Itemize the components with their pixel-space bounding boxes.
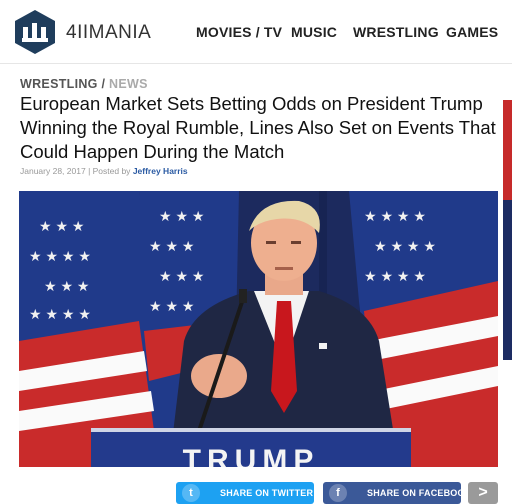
svg-text:★ ★ ★: ★ ★ ★ [44,278,89,294]
photo-illustration: ★ ★ ★ ★ ★ ★ ★ ★ ★ ★ ★ ★ ★ ★ ★ ★ ★ ★ ★ ★ … [19,191,498,467]
svg-text:★ ★ ★ ★: ★ ★ ★ ★ [29,248,91,264]
article-date: January 28, 2017 [20,166,86,176]
breadcrumb-separator: / [97,77,110,91]
twitter-icon: t [182,484,200,502]
article-author[interactable]: Jeffrey Harris [133,166,188,176]
nav-music[interactable]: MUSIC [291,24,337,40]
breadcrumb-subsection[interactable]: NEWS [109,77,148,91]
sidebar-image-edge [503,100,512,200]
share-facebook-button[interactable]: f SHARE ON FACEBOOK [323,482,471,504]
nav-games[interactable]: GAMES [446,24,498,40]
podium: TRUMP [91,428,411,467]
svg-text:★ ★ ★ ★: ★ ★ ★ ★ [364,268,426,284]
meta-separator: | Posted by [85,166,133,176]
podium-text: TRUMP [183,444,320,467]
share-twitter-label: SHARE ON TWITTER [220,488,314,498]
svg-text:★ ★ ★ ★: ★ ★ ★ ★ [364,208,426,224]
share-facebook-label: SHARE ON FACEBOOK [367,488,472,498]
site-header: 4IIMANIA MOVIES / TV MUSIC WRESTLING GAM… [0,0,512,64]
svg-text:★ ★ ★ ★: ★ ★ ★ ★ [29,306,91,322]
svg-text:★ ★ ★ ★: ★ ★ ★ ★ [374,238,436,254]
breadcrumb: WRESTLING / NEWS [20,77,148,91]
site-brand[interactable]: 4IIMANIA [66,22,151,44]
article-photo: ★ ★ ★ ★ ★ ★ ★ ★ ★ ★ ★ ★ ★ ★ ★ ★ ★ ★ ★ ★ … [19,191,498,467]
svg-text:★ ★ ★: ★ ★ ★ [159,268,204,284]
facebook-icon: f [329,484,347,502]
svg-text:★ ★ ★: ★ ★ ★ [159,208,204,224]
site-logo-icon[interactable] [14,9,56,55]
svg-text:★ ★ ★: ★ ★ ★ [149,238,194,254]
svg-text:★ ★ ★: ★ ★ ★ [39,218,84,234]
article-meta: January 28, 2017 | Posted by Jeffrey Har… [20,166,188,176]
nav-wrestling[interactable]: WRESTLING [353,24,439,40]
nav-movies-tv[interactable]: MOVIES / TV [196,24,282,40]
share-more-button[interactable]: > [468,482,498,504]
breadcrumb-section[interactable]: WRESTLING [20,77,98,91]
sidebar-image-edge-2 [503,200,512,360]
svg-text:★ ★ ★: ★ ★ ★ [149,298,194,314]
article-headline: European Market Sets Betting Odds on Pre… [20,93,496,162]
share-twitter-button[interactable]: t SHARE ON TWITTER [176,482,314,504]
